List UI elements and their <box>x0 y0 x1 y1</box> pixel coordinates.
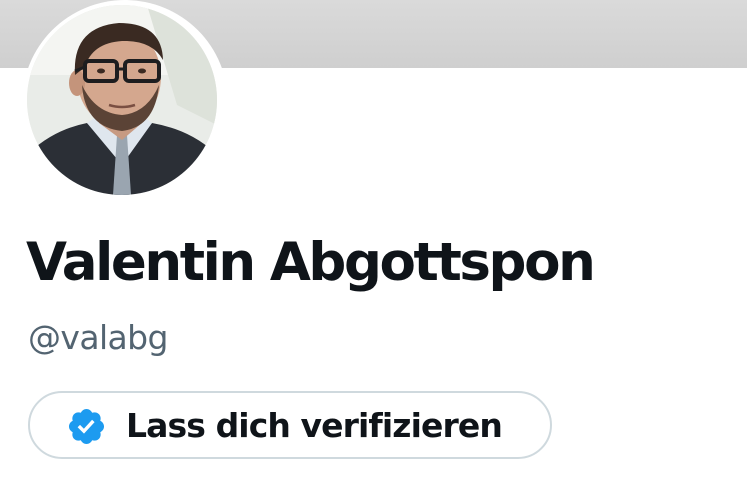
user-handle: @valabg <box>28 318 168 357</box>
display-name: Valentin Abgottspon <box>26 232 596 293</box>
get-verified-button[interactable]: Lass dich verifizieren <box>28 391 552 459</box>
avatar-photo <box>27 5 217 195</box>
get-verified-label: Lass dich verifizieren <box>126 406 503 445</box>
avatar[interactable] <box>27 5 217 195</box>
profile-header: Valentin Abgottspon @valabg Lass dich ve… <box>0 0 747 501</box>
verified-badge-icon <box>68 408 105 445</box>
